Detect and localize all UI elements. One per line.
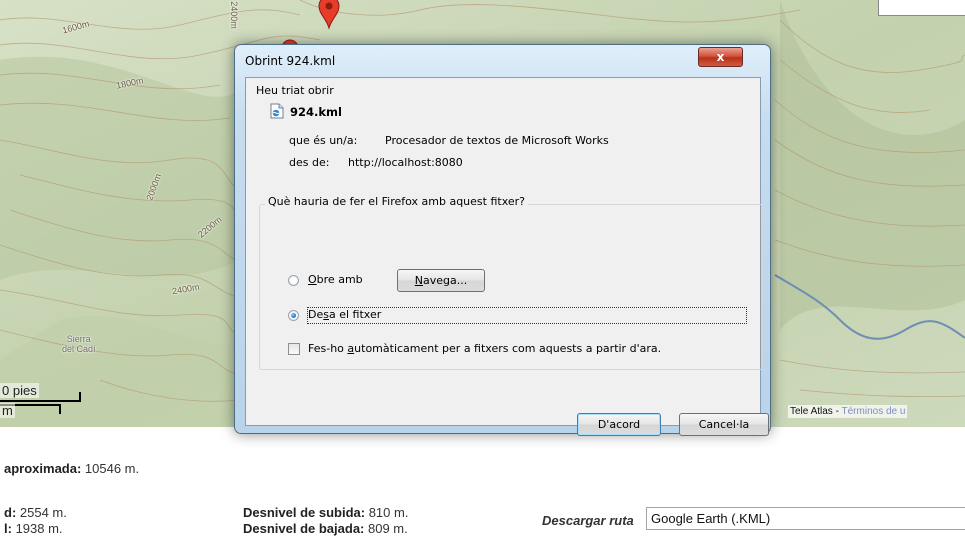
dialog-body: Heu triat obrir 924.kml que és un/a: Pro… [245, 77, 769, 436]
auto-label-part: utomàticament per a fitxers com aquests … [354, 342, 662, 355]
save-label-part: a el fitxer [328, 308, 382, 321]
contour-label: 2400m [228, 1, 239, 29]
max-altitude-value: 2554 m. [16, 505, 67, 520]
place-label-line: Sierra [66, 334, 91, 344]
close-icon: x [716, 50, 725, 64]
open-with-label-accesskey: O [308, 273, 317, 286]
ascent-value: 810 m. [365, 505, 409, 520]
dialog-title: Obrint 924.kml [245, 54, 336, 68]
max-altitude-label: d: [4, 505, 17, 520]
min-altitude-value: 1938 m. [11, 521, 63, 536]
download-format-select[interactable]: Google Earth (.KML) [646, 507, 965, 530]
file-type-value: Procesador de textos de Microsoft Works [385, 134, 609, 147]
max-altitude: d: 2554 m. [4, 505, 67, 520]
intro-text: Heu triat obrir [256, 84, 334, 97]
route-distance-label: aproximada: [4, 461, 82, 476]
close-button[interactable]: x [698, 47, 743, 67]
attribution-text: Tele Atlas - [790, 406, 842, 417]
min-altitude: l: 1938 m. [4, 521, 63, 536]
descent-label: Desnivel de bajada: [243, 521, 365, 536]
save-file-radio[interactable] [288, 310, 299, 321]
browse-label-part: avega... [423, 274, 468, 287]
ok-button[interactable]: D'acord [577, 413, 661, 436]
browse-label-accesskey: N [414, 274, 423, 287]
min-altitude-label: l: [4, 521, 12, 536]
terms-link[interactable]: Términos de u [842, 406, 906, 417]
map-type-control[interactable] [878, 0, 965, 16]
scale-bar-tick [59, 404, 61, 414]
auto-action-label[interactable]: Fes-ho automàticament per a fitxers com … [308, 342, 661, 355]
document-file-icon [270, 103, 284, 119]
auto-action-checkbox[interactable] [288, 343, 300, 355]
place-label-line: del Cadí [62, 344, 96, 354]
auto-label-part: Fes-ho [308, 342, 348, 355]
place-label: Sierra del Cadí [62, 334, 96, 354]
open-with-label-part: bre amb [316, 273, 363, 286]
ascent-label: Desnivel de subida: [243, 505, 366, 520]
save-label-part: De [308, 308, 324, 321]
download-route-label: Descargar ruta [542, 513, 634, 528]
descent-value: 809 m. [364, 521, 408, 536]
scale-meter-label: m [0, 403, 15, 418]
source-url: http://localhost:8080 [348, 156, 463, 169]
scale-feet-label: 0 pies [0, 383, 39, 398]
save-file-label[interactable]: Desa el fitxer [308, 308, 381, 321]
browse-button[interactable]: Navega... [397, 269, 485, 292]
source-label: des de: [289, 156, 330, 169]
open-with-label[interactable]: Obre amb [308, 273, 363, 286]
file-type-label: que és un/a: [289, 134, 358, 147]
open-with-radio[interactable] [288, 275, 299, 286]
map-marker-icon[interactable] [317, 0, 341, 30]
route-distance-value: 10546 m. [81, 461, 140, 476]
scale-bar-tick [79, 392, 81, 402]
scale-bar [0, 400, 80, 402]
descent: Desnivel de bajada: 809 m. [243, 521, 408, 536]
cancel-button[interactable]: Cancel·la [679, 413, 769, 436]
open-file-dialog: Obrint 924.kml x Heu triat obrir 924.kml… [234, 44, 771, 436]
file-name: 924.kml [290, 105, 342, 119]
map-attribution: Tele Atlas - Términos de u [788, 405, 908, 418]
route-distance: aproximada: 10546 m. [4, 461, 139, 476]
action-question: Què hauria de fer el Firefox amb aquest … [265, 195, 529, 208]
ascent: Desnivel de subida: 810 m. [243, 505, 408, 520]
